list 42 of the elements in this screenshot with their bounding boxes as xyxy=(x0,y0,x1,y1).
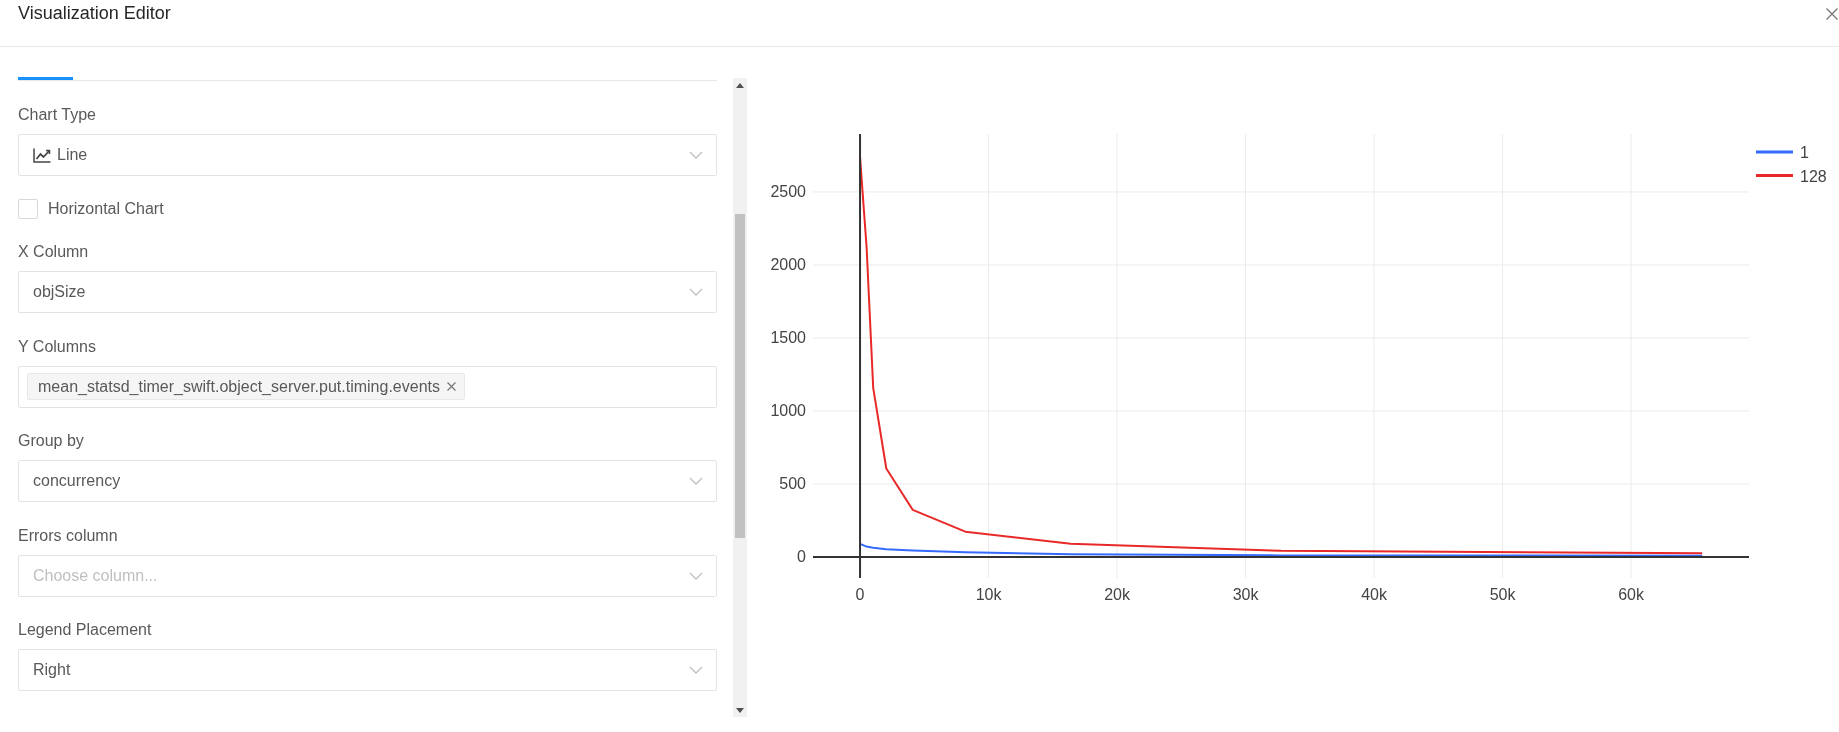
arrow-up-icon[interactable] xyxy=(736,83,744,88)
axis-tick-label: 60k xyxy=(1618,586,1644,603)
axis-tick-label: 2000 xyxy=(770,256,806,274)
dropdown[interactable]: Right xyxy=(18,649,717,691)
field-label: X Column xyxy=(18,242,89,262)
axis-tick-label: 30k xyxy=(1232,586,1259,603)
chevron-down-icon xyxy=(689,666,703,674)
dropdown[interactable]: concurrency xyxy=(18,460,717,502)
field-label: Group by xyxy=(18,431,84,451)
axis-tick-label: 1500 xyxy=(770,329,806,347)
chevron-down-icon xyxy=(689,151,703,159)
checkbox-label: Horizontal Chart xyxy=(48,198,164,219)
legend-label: 128 xyxy=(1800,167,1827,185)
axis-tick-label: 0 xyxy=(855,586,865,603)
field-label: Chart Type xyxy=(18,105,96,125)
tag-label: mean_statsd_timer_swift.object_server.put.timing.events xyxy=(38,377,440,396)
axis-tick-label: 40k xyxy=(1361,586,1387,603)
scrollbar-thumb[interactable] xyxy=(735,214,745,538)
scrollbar[interactable] xyxy=(733,78,747,717)
axis-tick-label: 50k xyxy=(1489,586,1516,603)
chevron-down-icon xyxy=(689,477,703,485)
axis-tick-label: 1000 xyxy=(770,402,806,420)
dropdown[interactable]: objSize xyxy=(18,271,717,313)
checkbox[interactable] xyxy=(18,198,38,219)
chevron-down-icon xyxy=(689,571,703,580)
axis-tick-label: 0 xyxy=(797,548,806,566)
axis-tick-label: 2500 xyxy=(770,183,806,201)
field-label: Legend Placement xyxy=(18,620,152,640)
axis-tick-label: 20k xyxy=(1104,586,1130,603)
chevron-down-icon xyxy=(689,288,703,296)
window-title: Visualization Editor xyxy=(18,2,171,24)
legend-label: 1 xyxy=(1800,144,1809,161)
dropdown[interactable]: Line xyxy=(18,134,717,176)
field-label: Errors column xyxy=(18,525,118,546)
close-icon[interactable] xyxy=(1826,8,1838,20)
multi-select[interactable]: mean_statsd_timer_swift.object_server.put.timing.events xyxy=(18,365,717,408)
field-label: Y Columns xyxy=(18,336,96,357)
line-chart-icon xyxy=(33,147,51,163)
axis-tick-label: 500 xyxy=(779,475,806,493)
close-icon[interactable] xyxy=(446,382,456,391)
axis-tick-label: 10k xyxy=(975,586,1002,603)
arrow-down-icon[interactable] xyxy=(736,708,744,713)
